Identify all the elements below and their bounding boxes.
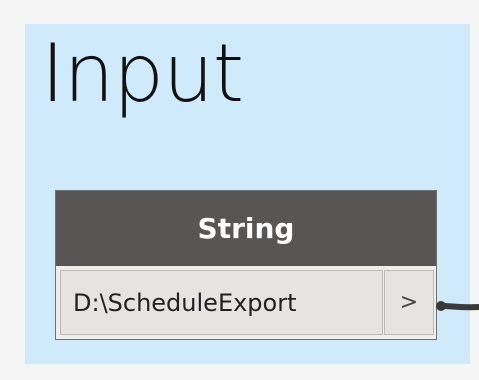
node-header[interactable]: String [56,191,436,266]
string-value-input[interactable]: D:\ScheduleExport [60,270,383,335]
output-port[interactable]: > [384,270,434,335]
string-node[interactable]: String D:\ScheduleExport > [55,190,437,340]
graph-canvas[interactable]: Input String D:\ScheduleExport > [0,0,479,380]
wire-path [438,303,479,311]
output-wire[interactable] [436,296,479,316]
node-title: String [197,212,295,245]
input-group[interactable]: Input String D:\ScheduleExport > [25,24,470,364]
group-title[interactable]: Input [41,34,244,114]
node-body: D:\ScheduleExport > [56,266,436,339]
